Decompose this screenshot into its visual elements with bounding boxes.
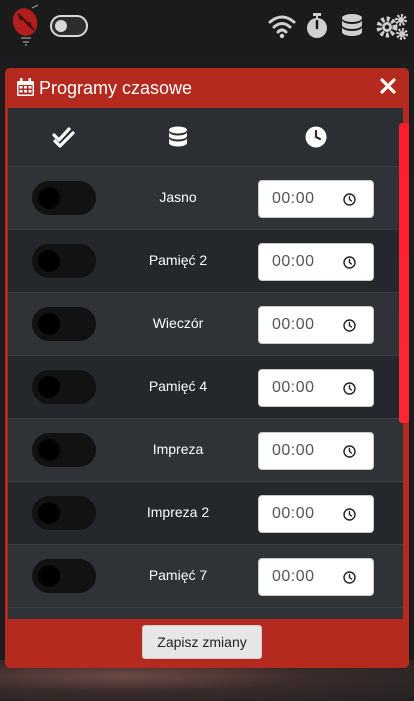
clock-icon[interactable] <box>343 445 356 458</box>
clock-icon[interactable] <box>343 382 356 395</box>
time-input[interactable]: 00:00 <box>258 558 374 596</box>
table-row: Pamięć 2 00:00 <box>8 229 403 292</box>
program-name: Jasno <box>159 189 197 205</box>
toggle-knob <box>38 439 60 461</box>
table-row: Impreza 2 00:00 <box>8 481 403 544</box>
clock-icon <box>305 126 327 148</box>
time-value: 00:00 <box>272 505 315 522</box>
toggle-knob <box>38 250 60 272</box>
table-row: Pamięć 7 00:00 <box>8 544 403 607</box>
program-name: Impreza 2 <box>146 504 210 520</box>
modal-title: Programy czasowe <box>39 78 193 98</box>
check-double-icon <box>52 127 75 148</box>
time-value: 00:00 <box>272 442 315 459</box>
close-icon[interactable] <box>379 77 397 95</box>
program-enable-toggle[interactable] <box>32 244 96 278</box>
toggle-knob <box>38 187 60 209</box>
table-row: Wieczór 00:00 <box>8 292 403 355</box>
logo-icon <box>12 4 39 46</box>
modal-footer: Zapisz zmiany <box>5 619 409 668</box>
toggle-knob <box>38 502 60 524</box>
clock-icon[interactable] <box>343 193 356 206</box>
toggle-knob <box>38 376 60 398</box>
time-input[interactable]: 00:00 <box>258 243 374 281</box>
wifi-icon[interactable] <box>268 12 296 40</box>
time-value: 00:00 <box>272 316 315 333</box>
table-row: Jasno 00:00 <box>8 166 403 229</box>
toggle-knob <box>55 20 67 32</box>
program-enable-toggle[interactable] <box>32 559 96 593</box>
program-name: Pamięć 7 <box>148 567 208 583</box>
program-name: Pamięć 4 <box>148 378 208 394</box>
theme-toggle[interactable] <box>50 15 88 37</box>
time-input[interactable]: 00:00 <box>258 306 374 344</box>
time-input[interactable]: 00:00 <box>258 180 374 218</box>
clock-icon[interactable] <box>343 571 356 584</box>
table-row: Pamięć 4 00:00 <box>8 355 403 418</box>
program-name: Impreza <box>152 441 204 457</box>
program-enable-toggle[interactable] <box>32 181 96 215</box>
top-bar <box>0 0 414 56</box>
save-changes-button[interactable]: Zapisz zmiany <box>142 625 262 659</box>
database-icon <box>169 126 187 147</box>
program-name: Pamięć 2 <box>148 252 208 268</box>
stopwatch-icon[interactable] <box>303 12 331 40</box>
scrollbar-thumb[interactable] <box>399 123 409 423</box>
time-input[interactable]: 00:00 <box>258 495 374 533</box>
database-icon[interactable] <box>338 12 366 40</box>
table-header <box>8 108 403 166</box>
programs-table[interactable]: Jasno 00:00 Pamięć 2 00:00 Wieczór 00:00 Pamię… <box>8 108 403 619</box>
clock-icon[interactable] <box>343 319 356 332</box>
modal-header: Programy czasowe <box>5 68 409 108</box>
program-enable-toggle[interactable] <box>32 433 96 467</box>
calendar-icon <box>17 78 34 96</box>
toggle-knob <box>38 565 60 587</box>
toggle-knob <box>38 313 60 335</box>
clock-icon[interactable] <box>343 256 356 269</box>
program-enable-toggle[interactable] <box>32 307 96 341</box>
time-programs-modal: Programy czasowe Jasno 00:00 Pamięć 2 00:00… <box>5 68 409 668</box>
time-value: 00:00 <box>272 253 315 270</box>
gears-icon[interactable] <box>375 12 409 40</box>
table-row: Impreza 00:00 <box>8 418 403 481</box>
time-value: 00:00 <box>272 190 315 207</box>
time-input[interactable]: 00:00 <box>258 369 374 407</box>
time-value: 00:00 <box>272 568 315 585</box>
program-enable-toggle[interactable] <box>32 496 96 530</box>
time-value: 00:00 <box>272 379 315 396</box>
program-name: Wieczór <box>152 315 204 331</box>
table-row <box>8 607 403 619</box>
time-input[interactable]: 00:00 <box>258 432 374 470</box>
program-enable-toggle[interactable] <box>32 370 96 404</box>
clock-icon[interactable] <box>343 508 356 521</box>
